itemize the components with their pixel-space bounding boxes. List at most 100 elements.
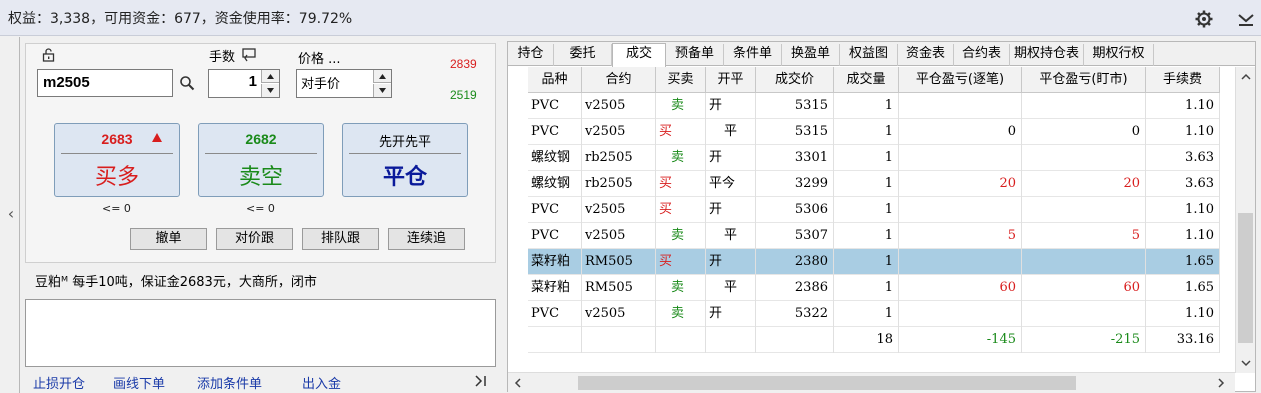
product-cell: 螺纹钢: [528, 171, 582, 197]
triangle-down-icon: [379, 88, 386, 93]
scroll-left-icon[interactable]: [511, 376, 525, 390]
price-cell: 5306: [756, 197, 834, 223]
pnl-trade-cell: 0: [899, 119, 1022, 145]
total-pnl-trade-cell: -145: [899, 327, 1022, 353]
fee-cell: 1.10: [1146, 197, 1220, 223]
side-cell: 买: [656, 119, 706, 145]
fee-cell: 1.65: [1146, 275, 1220, 301]
price-up-button[interactable]: [373, 70, 391, 83]
lower-limit-price: 2519: [450, 88, 477, 102]
tab-0[interactable]: 持仓: [508, 44, 554, 66]
search-icon[interactable]: [179, 75, 195, 91]
table-row[interactable]: PVC v2505 买开 5306 1 1.10: [528, 197, 1220, 223]
product-cell: PVC: [528, 223, 582, 249]
contract-input[interactable]: m2505: [37, 69, 173, 97]
fee-cell: 1.10: [1146, 93, 1220, 119]
horizontal-scrollbar[interactable]: [508, 372, 1235, 392]
tab-9[interactable]: 期权持仓表: [1010, 44, 1084, 66]
deposit-withdraw-link[interactable]: 出入金: [302, 373, 341, 392]
reset-icon[interactable]: [241, 47, 257, 62]
volume-cell: 1: [834, 223, 899, 249]
triangle-up-icon: [152, 133, 162, 142]
scroll-right-icon[interactable]: [1214, 376, 1228, 390]
column-header[interactable]: 平仓盈亏(逐笔): [899, 67, 1022, 93]
qty-up-button[interactable]: [261, 70, 279, 83]
collapse-right-icon[interactable]: [474, 375, 488, 387]
close-mode: 先开先平: [378, 135, 431, 150]
contract-cell: v2505: [582, 197, 656, 223]
table-row[interactable]: 菜籽粕 RM505 买开 2380 1 1.65: [528, 249, 1220, 275]
close-position-label: 平仓: [382, 164, 427, 190]
table-row[interactable]: 螺纹钢 rb2505 买平今 3299 1 20 20 3.63: [528, 171, 1220, 197]
table-header-row: 品种 合约 买卖 开平 成交价 成交量 平仓盈亏(逐笔) 平仓盈亏(盯市) 手续…: [528, 67, 1220, 93]
sell-price: 2682: [245, 131, 277, 147]
column-header[interactable]: 合约: [582, 67, 656, 93]
table-row[interactable]: 螺纹钢 rb2505 卖开 3301 1 3.63: [528, 145, 1220, 171]
contract-cell: v2505: [582, 301, 656, 327]
tab-10[interactable]: 期权行权: [1084, 44, 1154, 66]
contract-cell: RM505: [582, 275, 656, 301]
open-close-cell: 开: [706, 93, 756, 119]
vertical-scrollbar[interactable]: [1235, 67, 1255, 373]
unlock-icon[interactable]: [42, 48, 56, 62]
continuous-chase-button[interactable]: 连续追: [388, 228, 465, 250]
table-row[interactable]: 菜籽粕 RM505 卖平 2386 1 60 60 1.65: [528, 275, 1220, 301]
price-label[interactable]: 价格 ...: [298, 48, 341, 67]
buy-long-button[interactable]: 2683 买多: [54, 123, 180, 197]
total-volume-cell: 18: [834, 327, 899, 353]
divider: [205, 153, 317, 154]
tab-7[interactable]: 资金表: [898, 44, 954, 66]
scrollbar-thumb[interactable]: [578, 376, 1076, 390]
column-header[interactable]: 成交量: [834, 67, 899, 93]
follow-opposite-button[interactable]: 对价跟: [216, 228, 293, 250]
tab-5[interactable]: 换盈单: [782, 44, 840, 66]
message-area: [25, 299, 496, 367]
triangle-down-icon: [267, 88, 274, 93]
upper-limit-price: 2839: [450, 57, 477, 71]
pnl-trade-cell: 5: [899, 223, 1022, 249]
price-select[interactable]: 对手价: [296, 69, 392, 98]
quantity-stepper[interactable]: 1: [208, 69, 280, 98]
tab-4[interactable]: 条件单: [724, 44, 782, 66]
price-mode-value: 对手价: [301, 77, 341, 92]
tab-6[interactable]: 权益图: [840, 44, 898, 66]
tab-3[interactable]: 预备单: [666, 44, 724, 66]
pnl-mtm-cell: [1022, 249, 1146, 275]
divider: [349, 153, 461, 154]
table-row[interactable]: PVC v2505 卖平 5307 1 5 5 1.10: [528, 223, 1220, 249]
column-header[interactable]: 买卖: [656, 67, 706, 93]
column-header[interactable]: 开平: [706, 67, 756, 93]
pnl-mtm-cell: [1022, 197, 1146, 223]
gear-icon[interactable]: [1194, 9, 1214, 29]
add-conditional-order-link[interactable]: 添加条件单: [197, 373, 262, 392]
tab-2[interactable]: 成交: [612, 43, 666, 67]
column-header[interactable]: 手续费: [1146, 67, 1220, 93]
price-down-button[interactable]: [373, 84, 391, 97]
product-cell: PVC: [528, 119, 582, 145]
column-header[interactable]: 平仓盈亏(盯市): [1022, 67, 1146, 93]
table-row[interactable]: PVC v2505 买平 5315 1 0 0 1.10: [528, 119, 1220, 145]
draw-line-order-link[interactable]: 画线下单: [113, 373, 165, 392]
table-row[interactable]: PVC v2505 卖开 5315 1 1.10: [528, 93, 1220, 119]
tab-8[interactable]: 合约表: [954, 44, 1010, 66]
scrollbar-thumb[interactable]: [1238, 213, 1253, 343]
qty-down-button[interactable]: [261, 84, 279, 97]
close-position-button[interactable]: 先开先平 平仓: [342, 123, 468, 197]
cancel-order-button[interactable]: 撤单: [130, 228, 207, 250]
scroll-down-icon[interactable]: [1239, 356, 1253, 370]
column-header[interactable]: 成交价: [756, 67, 834, 93]
table-row[interactable]: PVC v2505 卖开 5322 1 1.10: [528, 301, 1220, 327]
side-cell: 卖: [656, 145, 706, 171]
queue-follow-button[interactable]: 排队跟: [302, 228, 379, 250]
contract-cell: rb2505: [582, 171, 656, 197]
collapse-left-icon[interactable]: ‹: [4, 200, 18, 228]
sell-short-button[interactable]: 2682 卖空: [198, 123, 324, 197]
pnl-trade-cell: [899, 197, 1022, 223]
chevron-down-icon[interactable]: [1236, 9, 1256, 29]
pnl-trade-cell: [899, 249, 1022, 275]
tab-1[interactable]: 委托: [554, 44, 612, 66]
side-cell: 买: [656, 249, 706, 275]
column-header[interactable]: 品种: [528, 67, 582, 93]
stop-loss-open-link[interactable]: 止损开仓: [33, 373, 85, 392]
scroll-up-icon[interactable]: [1239, 70, 1253, 84]
